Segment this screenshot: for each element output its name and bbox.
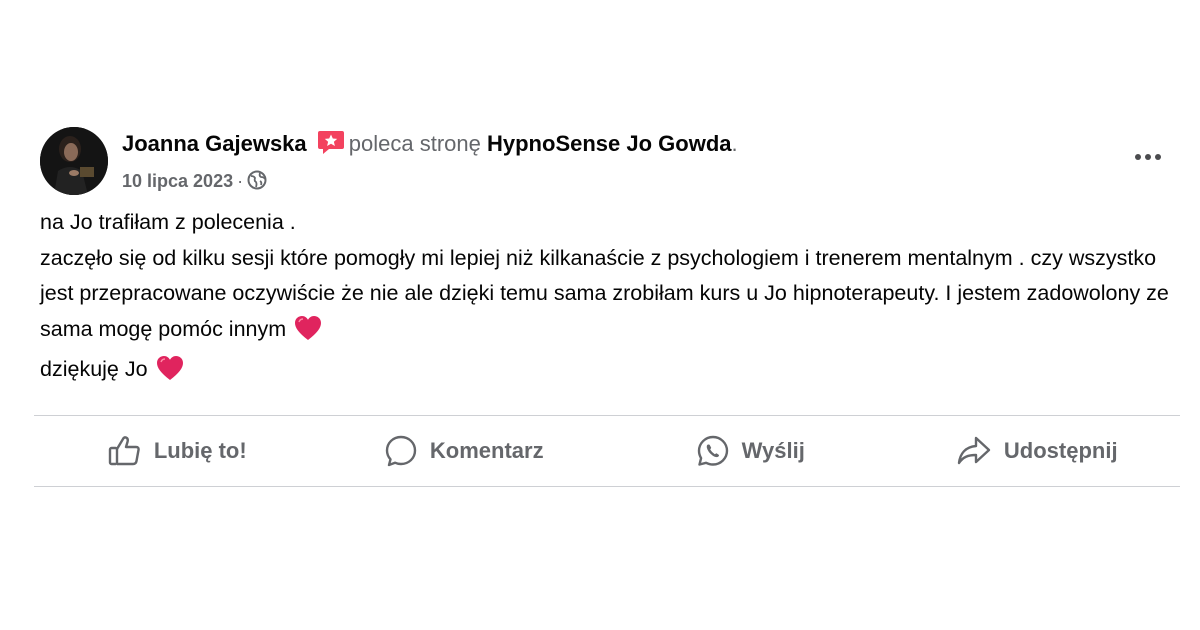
post-body-line-1: na Jo trafiłam z polecenia . [40,210,296,234]
recommend-star-icon [317,129,345,162]
post-card: Joanna Gajewska poleca stronę HypnoSense… [34,122,1180,487]
like-label: Lubię to! [153,437,247,463]
share-button[interactable]: Udostępnij [894,435,1181,467]
more-dot-icon [1145,154,1151,160]
author-name[interactable]: Joanna Gajewska [122,131,307,156]
comment-button[interactable]: Komentarz [321,434,608,468]
post-body-line-3-text: dziękuję Jo [40,357,148,381]
page-name-link[interactable]: HypnoSense Jo Gowda [487,131,732,156]
more-options-button[interactable] [1128,142,1168,172]
more-dot-icon [1155,154,1161,160]
post-body-line-2-text: zaczęło się od kilku sesji które pomogły… [40,245,1169,341]
more-dot-icon [1135,154,1141,160]
post-header-text: Joanna Gajewska poleca stronę HypnoSense… [122,129,738,195]
comment-label: Komentarz [429,437,544,463]
recommend-verb: poleca stronę [348,131,481,156]
post-meta: 10 lipca 2023 · [122,170,738,195]
whatsapp-icon [696,434,730,468]
post-body-line-2: zaczęło się od kilku sesji które pomogły… [40,241,1170,353]
globe-icon[interactable] [247,170,267,195]
share-label: Udostępnij [1003,437,1118,463]
send-button[interactable]: Wyślij [607,434,894,468]
like-button[interactable]: Lubię to! [34,435,321,467]
avatar[interactable] [40,127,108,195]
thumbs-up-icon [108,435,142,467]
post-header: Joanna Gajewska poleca stronę HypnoSense… [34,122,1180,202]
post-title-line: Joanna Gajewska poleca stronę HypnoSense… [122,129,738,162]
page-suffix: . [731,131,738,156]
action-bar: Lubię to! Komentarz Wyślij Udostępnij [34,416,1180,486]
divider [34,485,1180,487]
post-body-line-3: dziękuję Jo [40,352,1170,393]
share-arrow-icon [956,435,992,467]
avatar-image [40,127,108,195]
send-label: Wyślij [741,437,805,463]
post-body: na Jo trafiłam z polecenia . zaczęło się… [34,205,1180,393]
comment-bubble-icon [384,434,418,468]
post-date[interactable]: 10 lipca 2023 [122,171,233,191]
meta-separator: · [237,171,244,191]
heart-icon [156,355,184,393]
heart-icon [294,315,322,353]
